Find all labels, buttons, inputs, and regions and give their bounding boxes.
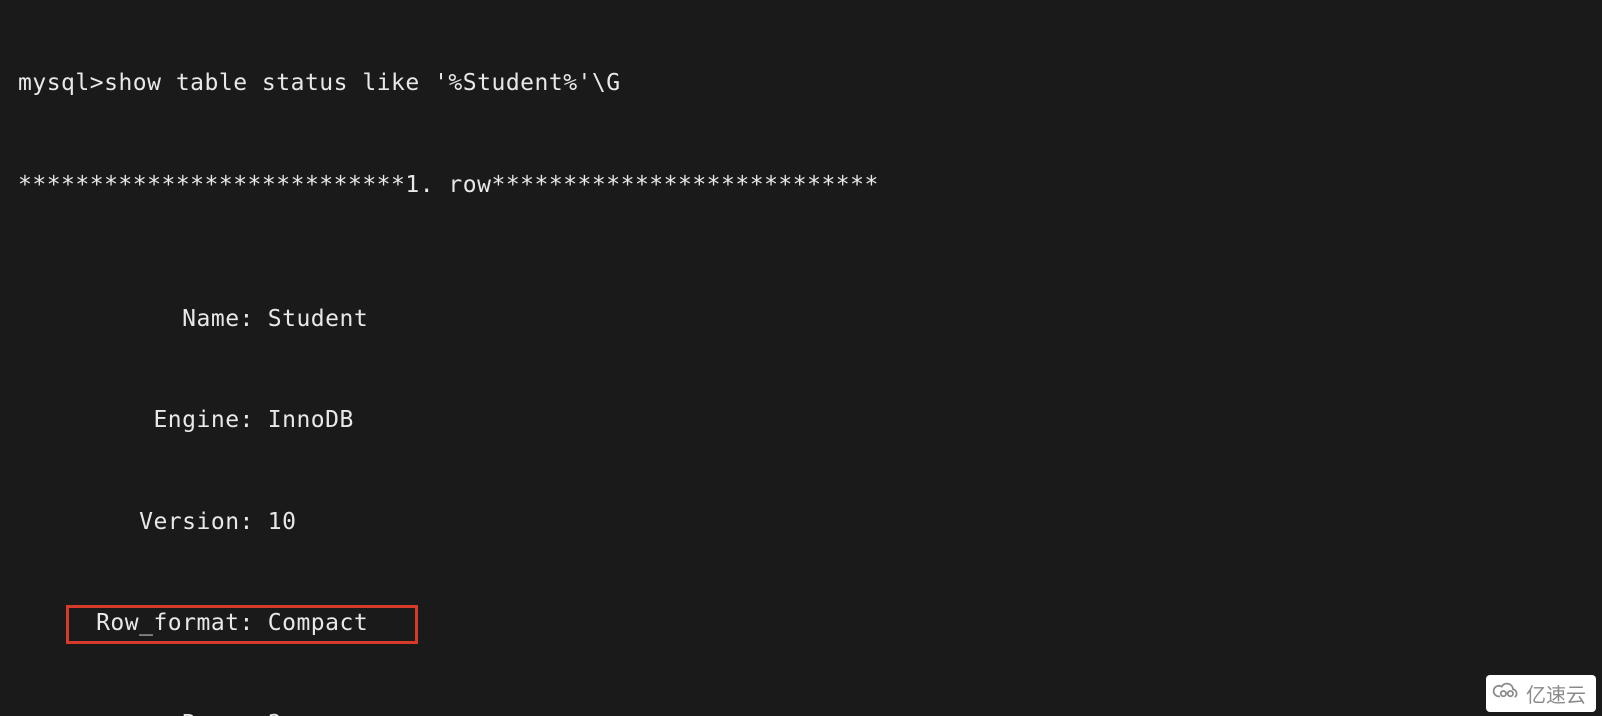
field-row-format: Row_format:Compact — [18, 607, 1602, 641]
command-text: show table status like '%Student%'\G — [104, 67, 621, 101]
terminal-output[interactable]: mysql> show table status like '%Student%… — [0, 0, 1602, 716]
command-line: mysql> show table status like '%Student%… — [18, 67, 1602, 101]
field-rows: Rows:3 — [18, 708, 1602, 716]
watermark: 亿速云 — [1486, 675, 1596, 712]
prompt[interactable]: mysql> — [18, 67, 104, 101]
field-name: Name:Student — [18, 303, 1602, 337]
cloud-icon — [1492, 681, 1520, 707]
watermark-text: 亿速云 — [1526, 679, 1586, 708]
row-separator: *************************** 1. row *****… — [18, 169, 1602, 203]
field-version: Version:10 — [18, 506, 1602, 540]
field-engine: Engine:InnoDB — [18, 404, 1602, 438]
